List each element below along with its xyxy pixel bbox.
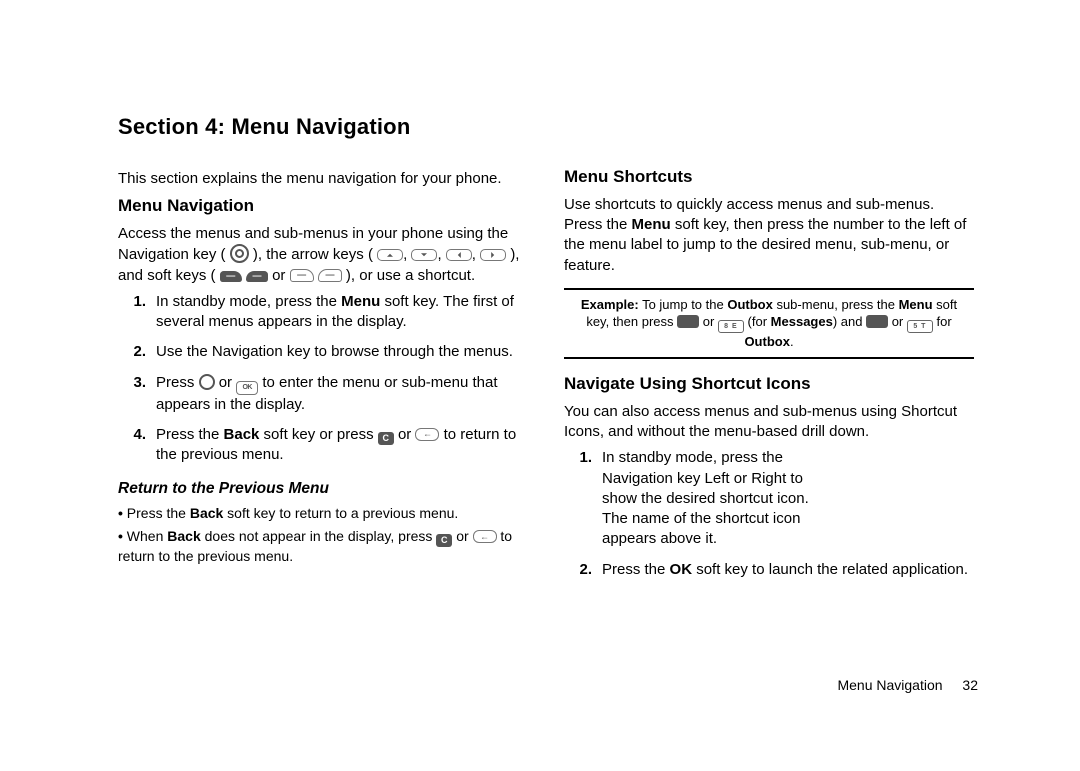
step-4: 4. Press the Back soft key or press C or… — [118, 425, 528, 466]
icon-steps-list: 1. In standby mode, press the Navigation… — [564, 448, 974, 580]
text: soft key or press — [259, 426, 377, 443]
heading-return-previous: Return to the Previous Menu — [118, 479, 528, 500]
text: or — [699, 314, 718, 329]
text: Press — [156, 374, 199, 391]
arrow-right-icon — [480, 249, 506, 261]
back-key-icon — [473, 530, 497, 543]
heading-menu-navigation: Menu Navigation — [118, 195, 528, 218]
example-callout: Example: To jump to the Outbox sub-menu,… — [564, 288, 974, 359]
text: To jump to the — [639, 297, 728, 312]
soft-key-right-icon — [246, 271, 268, 282]
bold-text: Back — [167, 528, 200, 544]
key-chip-outline-icon: 5 T — [907, 320, 933, 333]
section-title: Section 4: Menu Navigation — [118, 114, 980, 140]
text: ) and — [833, 314, 866, 329]
ok-key-icon: OK — [236, 381, 258, 395]
intro-paragraph: This section explains the menu navigatio… — [118, 169, 528, 189]
access-paragraph: Access the menus and sub-menus in your p… — [118, 224, 528, 286]
step-number: 2. — [564, 560, 592, 580]
shortcut-icons-paragraph: You can also access menus and sub-menus … — [564, 402, 974, 443]
back-key-icon — [415, 428, 439, 441]
step-number: 1. — [118, 292, 146, 333]
step-2: 2. Use the Navigation key to browse thro… — [118, 342, 528, 362]
text: ), the arrow keys ( — [253, 246, 373, 263]
shortcuts-paragraph: Use shortcuts to quickly access menus an… — [564, 195, 974, 276]
example-label: Example: — [581, 297, 639, 312]
step-number: 2. — [118, 342, 146, 362]
heading-shortcut-icons: Navigate Using Shortcut Icons — [564, 373, 974, 396]
bullet-item: When Back does not appear in the display… — [118, 527, 528, 566]
text: soft key to launch the related applicati… — [692, 561, 968, 578]
bold-text: Messages — [771, 314, 833, 329]
step-3: 3. Press or OK to enter the menu or sub-… — [118, 373, 528, 415]
text: or — [888, 314, 907, 329]
bold-text: Menu — [899, 297, 933, 312]
bullet-item: Press the Back soft key to return to a p… — [118, 504, 528, 523]
bold-text: Outbox — [744, 334, 790, 349]
text: ), or use a shortcut. — [346, 267, 475, 284]
text: In standby mode, press the — [156, 293, 341, 310]
text: Press the — [602, 561, 670, 578]
page-number: 32 — [962, 677, 978, 693]
text: or — [272, 267, 290, 284]
icon-step-2: 2. Press the OK soft key to launch the r… — [564, 560, 974, 580]
text: (for — [744, 314, 771, 329]
text: . — [790, 334, 794, 349]
right-column: Menu Shortcuts Use shortcuts to quickly … — [564, 166, 974, 590]
page-footer: Menu Navigation 32 — [837, 677, 978, 693]
text: Press the — [127, 505, 190, 521]
return-bullets: Press the Back soft key to return to a p… — [118, 504, 528, 566]
step-number: 1. — [564, 448, 592, 549]
navigation-key-icon — [230, 244, 249, 263]
soft-key-left-outline-icon — [290, 269, 314, 282]
text: , — [437, 246, 445, 263]
arrow-up-icon — [377, 249, 403, 261]
text: does not appear in the display, press — [201, 528, 437, 544]
key-chip-outline-icon: 8 E — [718, 320, 744, 333]
c-key-icon: C — [436, 534, 452, 547]
text: Use the Navigation key to browse through… — [156, 342, 528, 362]
key-chip-icon — [677, 315, 699, 328]
text: sub-menu, press the — [773, 297, 899, 312]
step-number: 4. — [118, 425, 146, 466]
bold-text: Back — [224, 426, 260, 443]
icon-step-1: 1. In standby mode, press the Navigation… — [564, 448, 974, 549]
text: In standby mode, press the Navigation ke… — [602, 448, 832, 549]
c-key-icon: C — [378, 432, 394, 445]
text: or — [219, 374, 237, 391]
text: , — [403, 246, 411, 263]
footer-label: Menu Navigation — [837, 677, 942, 693]
navigation-key-icon — [199, 374, 215, 390]
bold-text: Outbox — [727, 297, 773, 312]
arrow-down-icon — [411, 249, 437, 261]
text: for — [933, 314, 952, 329]
left-column: This section explains the menu navigatio… — [118, 166, 528, 590]
text: soft key to return to a previous menu. — [223, 505, 458, 521]
text: When — [127, 528, 167, 544]
soft-key-right-outline-icon — [318, 269, 342, 282]
key-chip-icon — [866, 315, 888, 328]
arrow-left-icon — [446, 249, 472, 261]
step-number: 3. — [118, 373, 146, 415]
steps-list: 1. In standby mode, press the Menu soft … — [118, 292, 528, 466]
text: or — [456, 528, 472, 544]
manual-page: Section 4: Menu Navigation This section … — [0, 0, 1080, 771]
bold-text: Menu — [632, 216, 671, 233]
text: , — [472, 246, 480, 263]
step-1: 1. In standby mode, press the Menu soft … — [118, 292, 528, 333]
heading-menu-shortcuts: Menu Shortcuts — [564, 166, 974, 189]
bold-text: Menu — [341, 293, 380, 310]
bold-text: Back — [190, 505, 223, 521]
bold-text: OK — [670, 561, 693, 578]
soft-key-left-icon — [220, 271, 242, 282]
text: or — [398, 426, 416, 443]
text: Press the — [156, 426, 224, 443]
two-column-layout: This section explains the menu navigatio… — [118, 166, 980, 590]
